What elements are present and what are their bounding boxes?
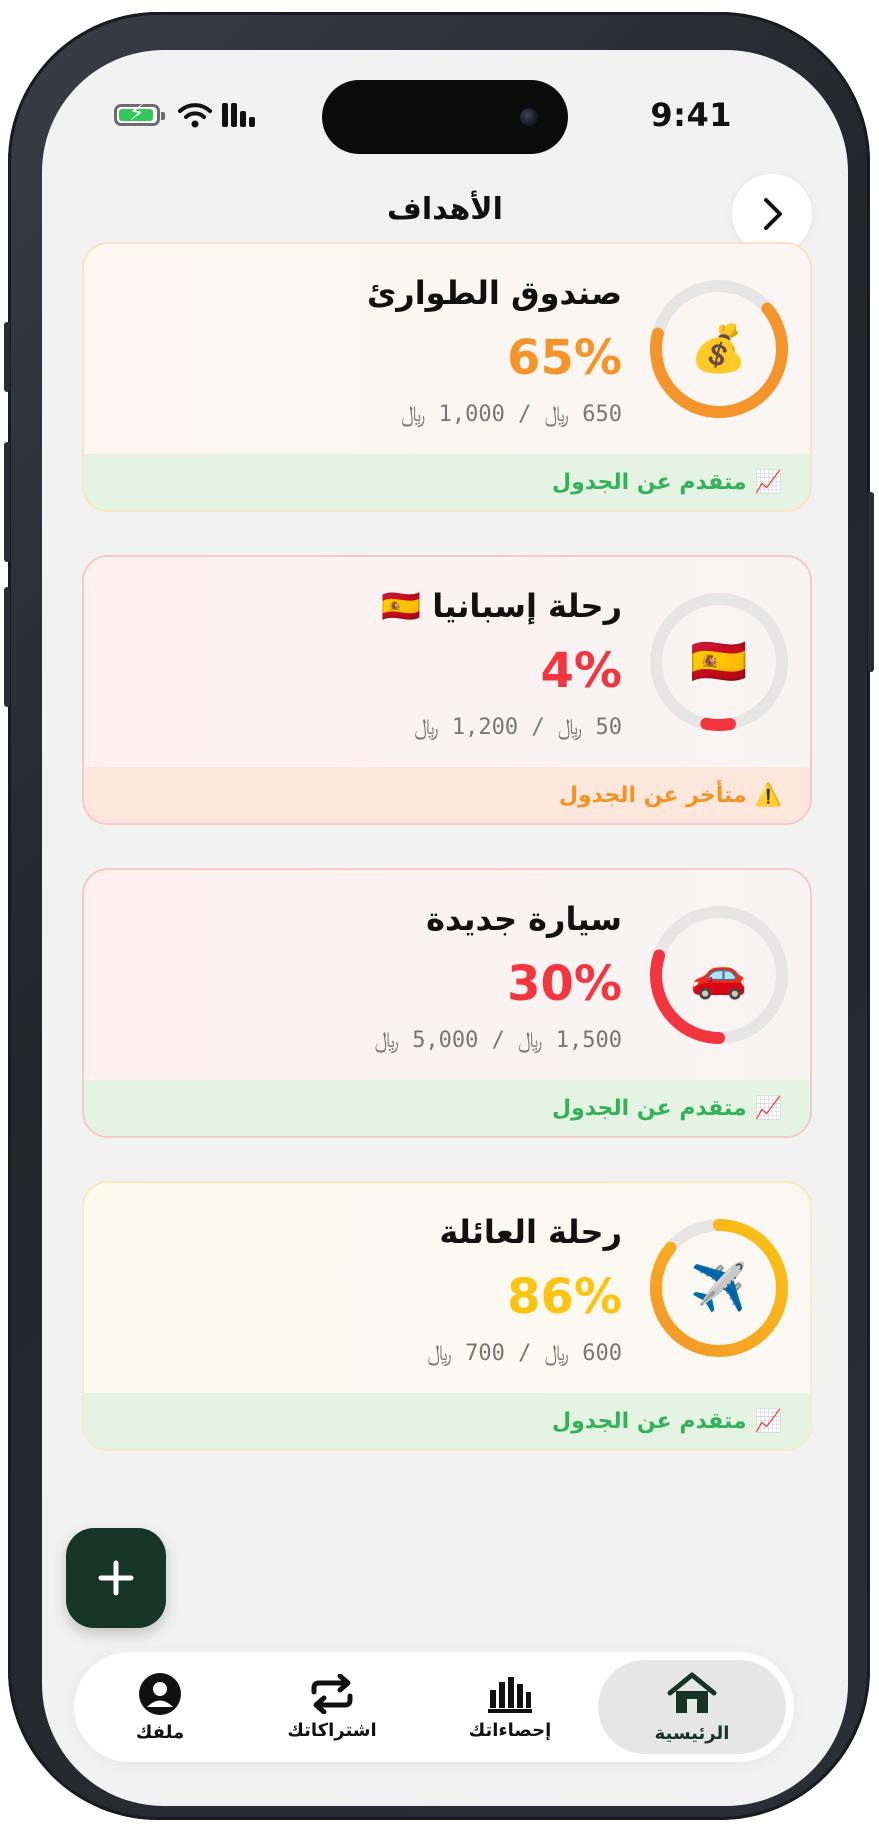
signal-icon bbox=[222, 103, 255, 127]
home-icon bbox=[667, 1672, 717, 1713]
tab-stats[interactable]: إحصاءاتك bbox=[416, 1660, 604, 1754]
mute-switch bbox=[4, 322, 10, 392]
camera-icon bbox=[520, 108, 538, 126]
goal-amounts: 1,500 ﷼ / 5,000 ﷼ bbox=[374, 1028, 622, 1053]
chart-up-icon: 📈 bbox=[754, 1408, 782, 1434]
tab-label: إحصاءاتك bbox=[468, 1719, 552, 1741]
goal-card-family-trip[interactable]: ✈️ رحلة العائلة 86% 600 ﷼ / 700 ﷼ 📈 متقد… bbox=[82, 1181, 812, 1451]
car-icon: 🚗 bbox=[690, 947, 748, 1001]
status-text: متأخر عن الجدول bbox=[558, 782, 747, 808]
status-time: 9:41 bbox=[650, 96, 732, 134]
page-title: الأهداف bbox=[387, 192, 503, 227]
goal-amounts: 600 ﷼ / 700 ﷼ bbox=[427, 1341, 622, 1366]
status-banner: 📈 متقدم عن الجدول bbox=[84, 454, 810, 510]
add-goal-button[interactable] bbox=[66, 1528, 166, 1628]
goal-title: سيارة جديدة bbox=[426, 900, 622, 938]
status-text: متقدم عن الجدول bbox=[552, 1095, 747, 1121]
tab-profile[interactable]: ملفك bbox=[66, 1660, 254, 1754]
goal-title: رحلة العائلة bbox=[439, 1213, 622, 1251]
goal-percent: 4% bbox=[540, 643, 623, 699]
chevron-right-icon bbox=[764, 198, 782, 230]
spain-flag-icon: 🇪🇸 bbox=[690, 634, 748, 688]
screen: ⚡ 9:41 الأهداف 💰 صندوق الطوارئ 65% 650 ﷼… bbox=[42, 50, 848, 1806]
goal-percent: 86% bbox=[507, 1269, 622, 1325]
progress-ring: 🚗 bbox=[648, 904, 790, 1046]
status-icons: ⚡ bbox=[114, 98, 255, 132]
status-text: متقدم عن الجدول bbox=[552, 1408, 747, 1434]
status-banner: 📈 متقدم عن الجدول bbox=[84, 1080, 810, 1136]
goal-card-new-car[interactable]: 🚗 سيارة جديدة 30% 1,500 ﷼ / 5,000 ﷼ 📈 مت… bbox=[82, 868, 812, 1138]
volume-down-button bbox=[4, 587, 10, 707]
goal-title: رحلة إسبانيا 🇪🇸 bbox=[381, 587, 622, 625]
money-bag-icon: 💰 bbox=[690, 321, 748, 375]
wifi-icon bbox=[178, 103, 212, 128]
tab-label: ملفك bbox=[135, 1721, 185, 1743]
goal-amounts: 650 ﷼ / 1,000 ﷼ bbox=[401, 402, 622, 427]
status-banner: ⚠️ متأخر عن الجدول bbox=[84, 767, 810, 823]
goal-title: صندوق الطوارئ bbox=[366, 274, 622, 312]
tab-home[interactable]: الرئيسية bbox=[598, 1660, 786, 1754]
repeat-icon bbox=[311, 1673, 353, 1714]
goal-card-spain-trip[interactable]: 🇪🇸 رحلة إسبانيا 🇪🇸 4% 50 ﷼ / 1,200 ﷼ ⚠️ … bbox=[82, 555, 812, 825]
status-text: متقدم عن الجدول bbox=[552, 469, 747, 495]
status-banner: 📈 متقدم عن الجدول bbox=[84, 1393, 810, 1449]
goal-percent: 65% bbox=[507, 330, 622, 386]
tab-bar: الرئيسية إحصاءاتك اشتراكاتك ملفك bbox=[74, 1652, 794, 1762]
phone-frame: ⚡ 9:41 الأهداف 💰 صندوق الطوارئ 65% 650 ﷼… bbox=[4, 12, 874, 1820]
volume-up-button bbox=[4, 442, 10, 562]
warning-icon: ⚠️ bbox=[754, 782, 782, 808]
progress-ring: ✈️ bbox=[648, 1217, 790, 1359]
progress-ring: 🇪🇸 bbox=[648, 591, 790, 733]
power-button bbox=[868, 492, 874, 672]
dynamic-island bbox=[322, 80, 568, 154]
goal-card-emergency-fund[interactable]: 💰 صندوق الطوارئ 65% 650 ﷼ / 1,000 ﷼ 📈 مت… bbox=[82, 242, 812, 512]
battery-icon: ⚡ bbox=[114, 103, 165, 126]
plus-icon bbox=[98, 1560, 134, 1596]
tab-subscriptions[interactable]: اشتراكاتك bbox=[238, 1660, 426, 1754]
chart-up-icon: 📈 bbox=[754, 1095, 782, 1121]
bar-chart-icon bbox=[488, 1676, 532, 1713]
chart-up-icon: 📈 bbox=[754, 469, 782, 495]
airplane-icon: ✈️ bbox=[690, 1260, 748, 1314]
progress-ring: 💰 bbox=[648, 278, 790, 420]
tab-label: اشتراكاتك bbox=[287, 1719, 377, 1741]
goal-amounts: 50 ﷼ / 1,200 ﷼ bbox=[414, 715, 622, 740]
goal-percent: 30% bbox=[507, 956, 622, 1012]
user-icon bbox=[139, 1672, 181, 1715]
tab-label: الرئيسية bbox=[654, 1722, 730, 1744]
